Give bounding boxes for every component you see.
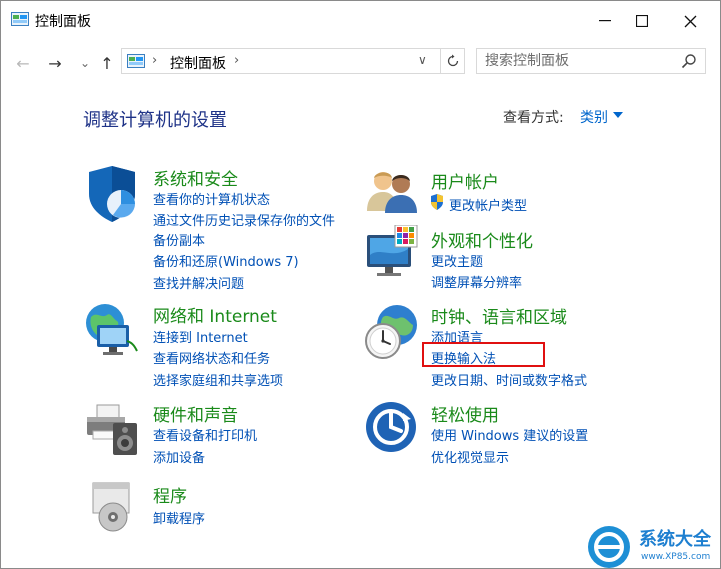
link-optimize-display[interactable]: 优化视觉显示: [431, 447, 509, 466]
up-button[interactable]: ↑: [97, 53, 117, 73]
category-title-network-internet[interactable]: 网络和 Internet: [153, 302, 277, 327]
link-network-status[interactable]: 查看网络状态和任务: [153, 348, 270, 367]
link-troubleshoot[interactable]: 查找并解决问题: [153, 273, 244, 292]
close-icon: [684, 15, 696, 27]
highlight-box: [422, 342, 545, 367]
search-box[interactable]: [476, 48, 706, 74]
breadcrumb-separator[interactable]: ›: [152, 53, 157, 68]
link-devices-printers[interactable]: 查看设备和打印机: [153, 425, 257, 444]
category-title-ease-of-access[interactable]: 轻松使用: [431, 401, 499, 426]
control-panel-window: 控制面板 ← → ⌄ ↑ › 控制面板 › ∨ 搜索控制面板 调整计算机的设置 …: [0, 0, 721, 569]
address-dropdown-button[interactable]: ∨: [418, 53, 427, 67]
breadcrumb-separator[interactable]: ›: [234, 53, 239, 68]
link-screen-resolution[interactable]: 调整屏幕分辨率: [431, 272, 522, 291]
page-title: 调整计算机的设置: [83, 110, 227, 131]
link-file-history[interactable]: 通过文件历史记录保存你的文件: [153, 210, 335, 229]
category-title-system-security[interactable]: 系统和安全: [153, 165, 238, 190]
address-bar[interactable]: › 控制面板 › ∨: [121, 48, 465, 74]
control-panel-location-icon: [127, 54, 145, 68]
uac-shield-icon: [431, 194, 443, 210]
window-title: 控制面板: [35, 14, 91, 30]
view-by-label: 查看方式:: [503, 110, 564, 126]
forward-button[interactable]: →: [45, 53, 65, 73]
link-change-theme[interactable]: 更改主题: [431, 251, 483, 270]
link-view-computer-status[interactable]: 查看你的计算机状态: [153, 189, 270, 208]
refresh-icon: [447, 54, 459, 67]
link-recommended-settings[interactable]: 使用 Windows 建议的设置: [431, 425, 588, 444]
watermark-text: 系统大全: [639, 529, 711, 550]
clock-globe-icon[interactable]: [363, 303, 421, 361]
view-by-dropdown[interactable]: 类别: [580, 107, 608, 127]
recent-locations-button[interactable]: ⌄: [75, 53, 95, 73]
back-button[interactable]: ←: [13, 53, 33, 73]
control-panel-app-icon: [11, 12, 29, 26]
link-backup-copy[interactable]: 备份副本: [153, 230, 205, 249]
search-input[interactable]: [485, 51, 675, 71]
shield-icon[interactable]: [83, 164, 141, 224]
refresh-button[interactable]: [442, 51, 464, 71]
printer-speaker-icon[interactable]: [83, 401, 141, 459]
network-globe-icon[interactable]: [83, 301, 141, 359]
link-backup-restore[interactable]: 备份和还原(Windows 7): [153, 251, 299, 270]
category-title-hardware-sound[interactable]: 硬件和声音: [153, 401, 238, 426]
maximize-icon: [636, 15, 648, 27]
close-button[interactable]: [667, 1, 713, 41]
link-add-device[interactable]: 添加设备: [153, 447, 205, 466]
link-homegroup-sharing[interactable]: 选择家庭组和共享选项: [153, 370, 283, 389]
category-title-appearance[interactable]: 外观和个性化: [431, 227, 533, 252]
view-by-dropdown-arrow-icon[interactable]: [613, 112, 623, 118]
link-connect-internet[interactable]: 连接到 Internet: [153, 327, 248, 346]
link-date-time-format[interactable]: 更改日期、时间或数字格式: [431, 370, 587, 389]
search-icon[interactable]: [681, 53, 697, 69]
link-uninstall-program[interactable]: 卸载程序: [153, 508, 205, 527]
monitor-palette-icon[interactable]: [365, 225, 419, 279]
maximize-button[interactable]: [619, 1, 665, 41]
watermark-url: www.XP85.com: [641, 552, 711, 562]
ease-of-access-icon[interactable]: [365, 401, 417, 453]
category-title-clock-region[interactable]: 时钟、语言和区域: [431, 303, 567, 328]
category-title-programs[interactable]: 程序: [153, 482, 187, 507]
programs-disc-icon[interactable]: [87, 479, 139, 533]
breadcrumb-control-panel[interactable]: 控制面板: [170, 53, 226, 73]
category-title-user-accounts[interactable]: 用户帐户: [431, 168, 499, 193]
title-bar: 控制面板: [1, 1, 720, 41]
address-divider: [440, 49, 441, 73]
minimize-icon: [599, 20, 611, 22]
users-icon[interactable]: [365, 167, 419, 215]
link-change-account-type[interactable]: 更改帐户类型: [449, 195, 527, 214]
